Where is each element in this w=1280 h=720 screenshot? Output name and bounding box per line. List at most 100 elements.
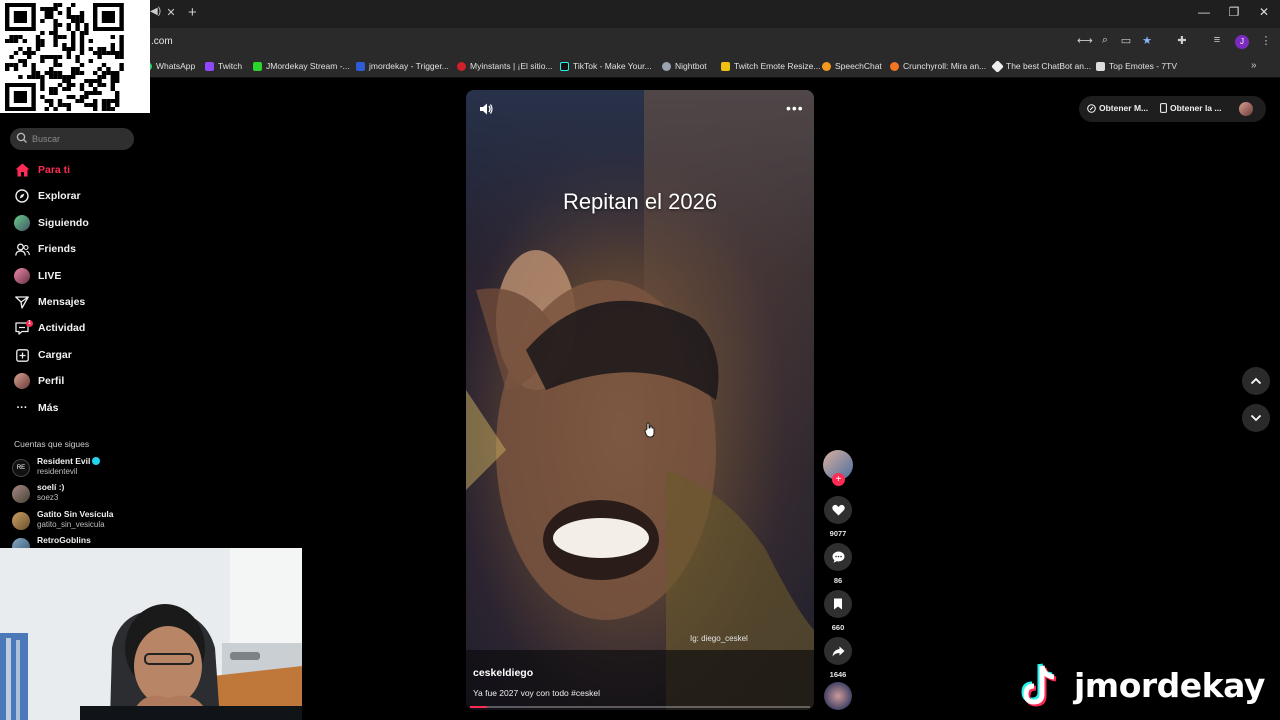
bookmark-item[interactable]: Myinstants | ¡El sitio...	[457, 61, 553, 71]
window-restore-button[interactable]: ❐	[1224, 5, 1244, 19]
qr-module	[40, 79, 45, 83]
get-pc-app-button[interactable]: Obtener la ...	[1160, 103, 1222, 113]
bookmarks-overflow-button[interactable]: »	[1251, 60, 1257, 71]
qr-module	[27, 55, 32, 59]
qr-module	[71, 19, 76, 23]
sidebar-item-label: Más	[38, 402, 59, 414]
music-disc[interactable]	[824, 682, 852, 710]
qr-module	[13, 39, 19, 43]
bookmarks-bar: WhatsApp Twitch JMordekay Stream -... jm…	[0, 56, 1280, 78]
following-item[interactable]: RE Resident Evil residentevil	[12, 456, 142, 480]
extensions-icon[interactable]: ✚	[1175, 34, 1189, 47]
qr-module	[88, 47, 93, 51]
bookmark-item[interactable]: Nightbot	[662, 61, 707, 71]
follow-button[interactable]: +	[832, 473, 845, 486]
window-minimize-button[interactable]: —	[1194, 5, 1214, 19]
browser-menu-icon[interactable]: ⋮	[1259, 34, 1273, 47]
sidebar-item-explorar[interactable]: Explorar	[14, 186, 81, 206]
following-header: Cuentas que sigues	[14, 439, 90, 449]
video-progress-bar[interactable]	[470, 706, 810, 708]
qr-module	[79, 47, 85, 51]
qr-module	[66, 107, 71, 111]
qr-module	[31, 75, 36, 79]
search-icon	[16, 132, 27, 143]
qr-module	[53, 39, 58, 43]
qr-module	[57, 63, 63, 67]
qr-module	[93, 107, 98, 111]
qr-module	[49, 75, 54, 79]
tab-audio-icon[interactable]: ◀)	[150, 6, 161, 17]
bookmark-item[interactable]: The best ChatBot an...	[991, 59, 1091, 73]
new-tab-button[interactable]: +	[188, 4, 197, 21]
following-item[interactable]: Gatito Sin Vesícula gatito_sin_vesicula	[12, 509, 142, 533]
sidebar-item-mensajes[interactable]: Mensajes	[14, 292, 85, 312]
browser-profile-avatar[interactable]: J	[1235, 35, 1249, 49]
video-more-options-icon[interactable]: •••	[786, 100, 804, 116]
qr-module	[35, 39, 41, 43]
following-item[interactable]: soelí :) soez3	[12, 482, 142, 506]
next-video-button[interactable]	[1242, 404, 1270, 432]
video-author[interactable]: ceskeldiego	[473, 667, 533, 679]
bookmark-item[interactable]: Twitch	[205, 61, 242, 71]
comment-button[interactable]	[824, 543, 852, 571]
share-button[interactable]	[824, 637, 852, 665]
qr-module	[119, 43, 124, 47]
webcam-overlay	[0, 548, 302, 720]
sidebar-item-para-ti[interactable]: Para ti	[14, 160, 70, 180]
save-button[interactable]	[824, 590, 852, 618]
qr-module	[115, 51, 120, 55]
tab-close-button[interactable]: ✕	[164, 6, 178, 20]
user-avatar[interactable]	[1239, 102, 1253, 116]
qr-module	[106, 67, 111, 71]
qr-module	[71, 39, 76, 43]
qr-module	[62, 87, 67, 91]
qr-module	[97, 79, 102, 83]
qr-module	[57, 11, 63, 15]
qr-module	[40, 43, 45, 47]
qr-module	[40, 31, 45, 35]
qr-module	[49, 91, 54, 95]
qr-module	[75, 99, 80, 103]
search-box[interactable]	[10, 128, 134, 150]
qr-module	[18, 35, 23, 39]
bookmark-item[interactable]: JMordekay Stream -...	[253, 61, 350, 71]
zoom-icon[interactable]: ⌕	[1098, 34, 1112, 47]
sidebar-item-friends[interactable]: Friends	[14, 239, 76, 259]
translate-icon[interactable]: ⟷	[1077, 34, 1093, 47]
search-input[interactable]	[32, 128, 130, 150]
qr-module	[66, 103, 71, 107]
qr-module	[97, 47, 102, 51]
bookmark-item[interactable]: Twitch Emote Resize...	[721, 61, 820, 71]
volume-icon[interactable]	[478, 101, 494, 117]
avatar	[14, 268, 30, 284]
bookmark-item[interactable]: WhatsApp	[143, 61, 195, 71]
sidebar-item-siguiendo[interactable]: Siguiendo	[14, 213, 89, 233]
qr-module	[57, 71, 63, 75]
avatar: RE	[12, 459, 30, 477]
sidebar-item-live[interactable]: LIVE	[14, 266, 61, 286]
qr-module	[53, 59, 58, 63]
url-field[interactable]: .com	[151, 36, 173, 47]
qr-module	[5, 67, 10, 71]
sidebar-item-cargar[interactable]: Cargar	[14, 345, 72, 365]
media-controls-icon[interactable]: ≡	[1210, 34, 1224, 46]
bookmark-item[interactable]: Crunchyroll: Mira an...	[890, 61, 986, 71]
video-player[interactable]	[466, 90, 814, 710]
bookmark-star-icon[interactable]: ★	[1140, 34, 1154, 47]
bookmark-item[interactable]: TikTok - Make Your...	[560, 61, 652, 71]
qr-module	[18, 59, 23, 63]
window-close-button[interactable]: ✕	[1254, 5, 1274, 19]
bookmark-item[interactable]: Top Emotes - 7TV	[1096, 61, 1177, 71]
bookmark-item[interactable]: jmordekay - Trigger...	[356, 61, 449, 71]
get-app-button[interactable]: Obtener M...	[1087, 103, 1148, 113]
sidebar-item-actividad[interactable]: 1 Actividad	[14, 318, 85, 338]
install-app-icon[interactable]: ▭	[1119, 34, 1133, 47]
bookmark-item[interactable]: SpeechChat	[822, 61, 882, 71]
sidebar-item-mas[interactable]: ··· Más	[14, 398, 59, 418]
like-button[interactable]	[824, 496, 852, 524]
qr-module	[110, 83, 115, 87]
qr-module	[119, 67, 124, 71]
previous-video-button[interactable]	[1242, 367, 1270, 395]
qr-finder	[13, 91, 27, 103]
sidebar-item-perfil[interactable]: Perfil	[14, 371, 64, 391]
